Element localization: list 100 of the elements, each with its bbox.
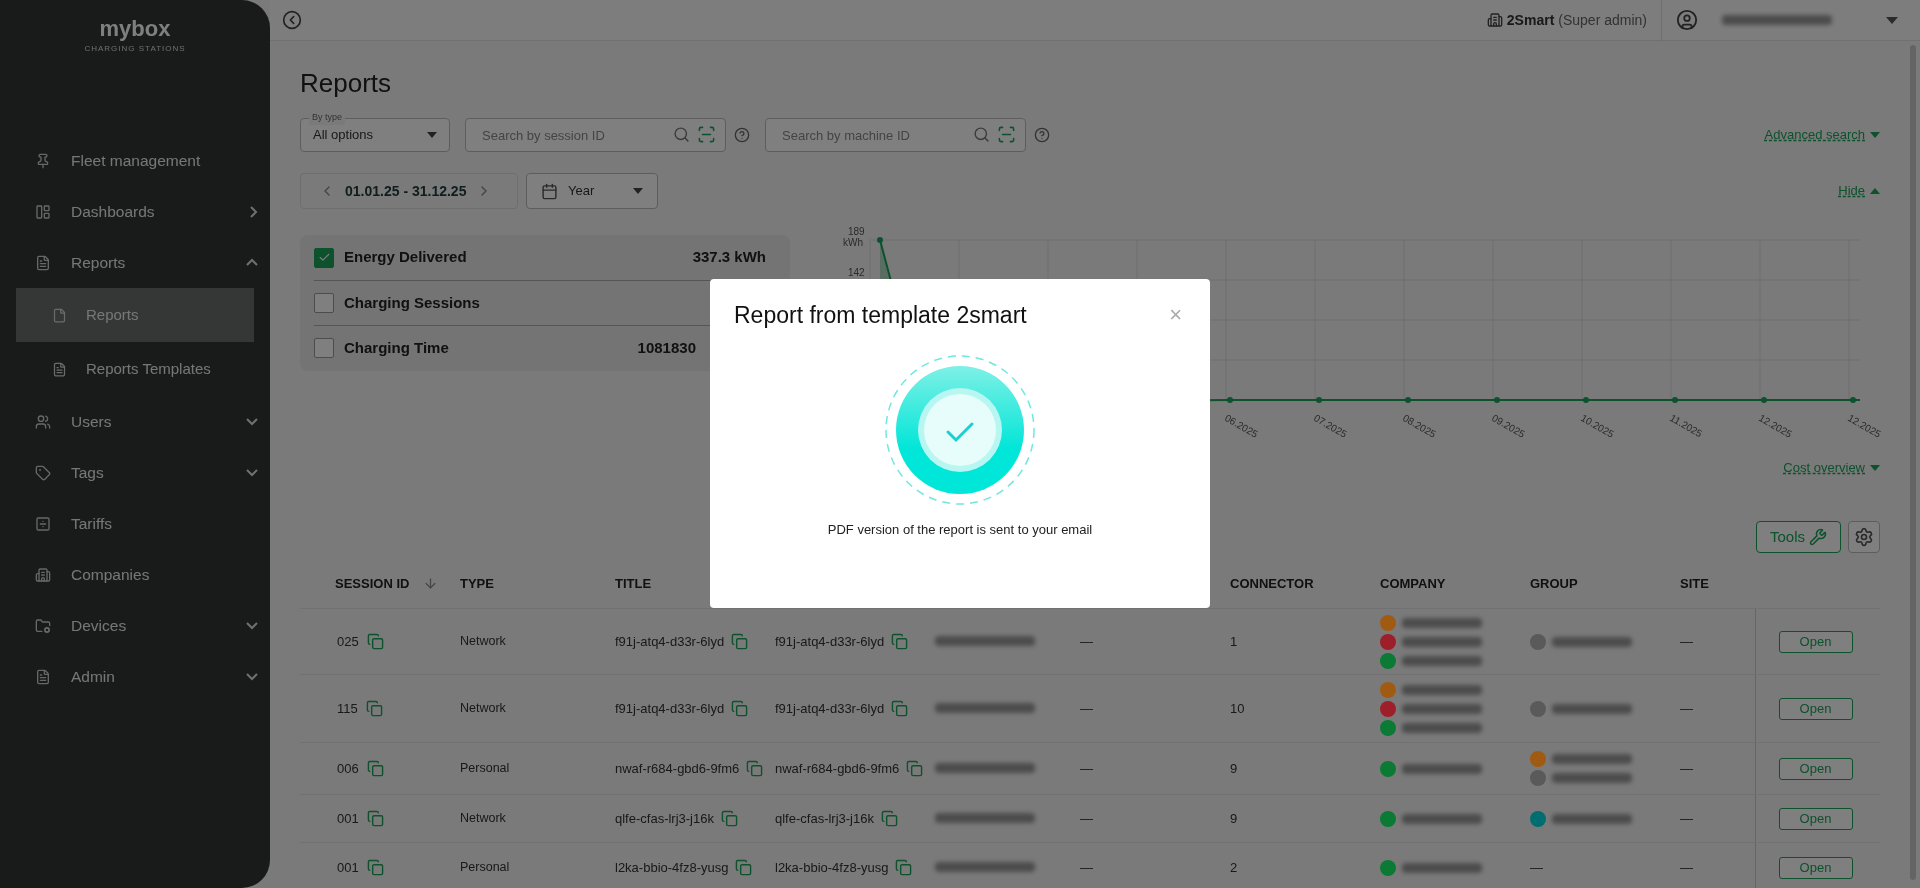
caret-icon	[1870, 465, 1880, 471]
sidebar-item[interactable]: Tags	[0, 447, 270, 498]
table-cell-text: —	[1679, 858, 1694, 877]
cost-overview-link[interactable]: Cost overview	[1783, 458, 1865, 478]
copy-icon[interactable]	[735, 859, 753, 876]
table-cell-text: 115	[337, 699, 358, 718]
search-field[interactable]: Search by machine ID	[765, 118, 1026, 152]
document-icon	[52, 307, 67, 323]
column-header[interactable]: SESSION ID	[335, 573, 410, 594]
open-button[interactable]: Open	[1778, 630, 1853, 653]
sort-icon[interactable]	[423, 576, 439, 591]
column-header[interactable]: TYPE	[450, 573, 605, 594]
table-cell-text: Personal	[459, 859, 511, 877]
copy-icon[interactable]	[906, 760, 924, 777]
column-header[interactable]: CONNECTOR	[1215, 573, 1365, 594]
sidebar-subitem[interactable]: Reports	[16, 288, 254, 342]
table-cell-text: nwaf-r684-gbd6-9fm6	[615, 759, 740, 778]
table-cell-text: 025	[337, 632, 359, 651]
copy-icon[interactable]	[366, 810, 384, 827]
table-cell-text: 10	[1229, 699, 1246, 718]
metric-label: Charging Time	[344, 337, 450, 358]
search-icon[interactable]	[673, 126, 690, 143]
tools-icon	[1809, 528, 1827, 546]
checkbox[interactable]	[314, 247, 334, 268]
metric-label: Energy Delivered	[344, 247, 468, 268]
axis-label: kWh	[843, 238, 863, 248]
column-header[interactable]: GROUP	[1515, 573, 1665, 594]
table-cell-text: —	[1079, 759, 1094, 778]
open-button[interactable]: Open	[1778, 697, 1853, 720]
copy-icon[interactable]	[366, 760, 384, 777]
column-header[interactable]: COMPANY	[1365, 573, 1515, 594]
copy-icon[interactable]	[881, 810, 898, 827]
scan-icon[interactable]	[697, 125, 716, 144]
page-title: Reports	[300, 67, 393, 99]
copy-icon[interactable]	[731, 633, 749, 650]
period-select[interactable]: Year	[526, 173, 658, 209]
sidebar-item[interactable]: Companies	[0, 549, 270, 600]
sidebar-item[interactable]: Dashboards	[0, 186, 270, 237]
sidebar-item[interactable]: Admin	[0, 651, 270, 702]
calculator-icon	[35, 515, 51, 532]
copy-icon[interactable]	[891, 633, 909, 650]
advanced-search-link[interactable]: Advanced search	[1764, 125, 1865, 145]
axis-label: 189	[848, 227, 865, 237]
table-cell-text: —	[1679, 632, 1694, 651]
table-cell-text: qlfe-cfas-lrj3-j16k	[615, 809, 714, 828]
scan-icon[interactable]	[997, 125, 1016, 144]
users-icon	[35, 413, 51, 430]
help-icon[interactable]	[734, 127, 750, 143]
sidebar-item[interactable]: Fleet management	[0, 135, 270, 186]
table-cell-text: —	[1079, 858, 1094, 877]
checkbox[interactable]	[314, 293, 334, 313]
tools-button[interactable]: Tools	[1755, 521, 1841, 553]
sidebar-item[interactable]: Users	[0, 396, 270, 447]
table-cell-text: Network	[459, 700, 507, 718]
tag-icon	[35, 464, 51, 481]
settings-button[interactable]	[1848, 521, 1880, 553]
calendar-icon	[541, 182, 558, 200]
modal-title: Report from template 2smart	[734, 301, 1028, 330]
close-button[interactable]: ×	[1169, 300, 1182, 330]
table-cell-text: qlfe-cfas-lrj3-j16k	[775, 809, 874, 828]
open-button[interactable]: Open	[1778, 856, 1853, 879]
metric-value: 337.3 kWh	[692, 247, 767, 268]
caret-icon[interactable]	[1886, 16, 1898, 24]
user-avatar-icon[interactable]	[1676, 9, 1698, 31]
caret-icon	[427, 132, 437, 138]
copy-icon[interactable]	[895, 859, 913, 876]
search-field[interactable]: Search by session ID	[465, 118, 726, 152]
copy-icon[interactable]	[366, 859, 384, 876]
copy-icon[interactable]	[891, 700, 909, 717]
collapse-icon[interactable]	[282, 10, 302, 30]
date-range-picker[interactable]: 01.01.25 - 31.12.25	[300, 173, 518, 209]
checkbox[interactable]	[314, 338, 334, 358]
sidebar-item[interactable]: Tariffs	[0, 498, 270, 549]
copy-icon[interactable]	[746, 760, 764, 777]
logo[interactable]: mybox	[99, 18, 171, 40]
copy-icon[interactable]	[731, 700, 749, 717]
copy-icon[interactable]	[366, 633, 384, 650]
copy-icon[interactable]	[365, 700, 383, 717]
search-icon[interactable]	[973, 126, 990, 143]
building-icon	[35, 566, 51, 583]
sidebar-subitem[interactable]: Reports Templates	[16, 342, 254, 396]
success-check-icon	[884, 354, 1036, 506]
sidebar-item[interactable]: Reports	[0, 237, 270, 288]
table-cell-text: nwaf-r684-gbd6-9fm6	[775, 759, 900, 778]
pin-icon	[35, 152, 51, 169]
folder-icon	[35, 617, 51, 634]
hide-link[interactable]: Hide	[1838, 181, 1865, 201]
column-header[interactable]: SITE	[1665, 573, 1755, 594]
help-icon[interactable]	[1034, 127, 1050, 143]
company-name: 2Smart	[1506, 10, 1555, 30]
check-icon	[317, 251, 331, 264]
table-cell-text: —	[1679, 699, 1694, 718]
document-icon	[52, 361, 67, 377]
logo-tagline: CHARGING STATIONS	[84, 43, 186, 55]
modal-message: PDF version of the report is sent to your email	[827, 521, 1093, 539]
metric-label: Charging Sessions	[344, 292, 481, 313]
open-button[interactable]: Open	[1778, 807, 1853, 830]
copy-icon[interactable]	[721, 810, 738, 827]
open-button[interactable]: Open	[1778, 757, 1853, 780]
sidebar-item[interactable]: Devices	[0, 600, 270, 651]
